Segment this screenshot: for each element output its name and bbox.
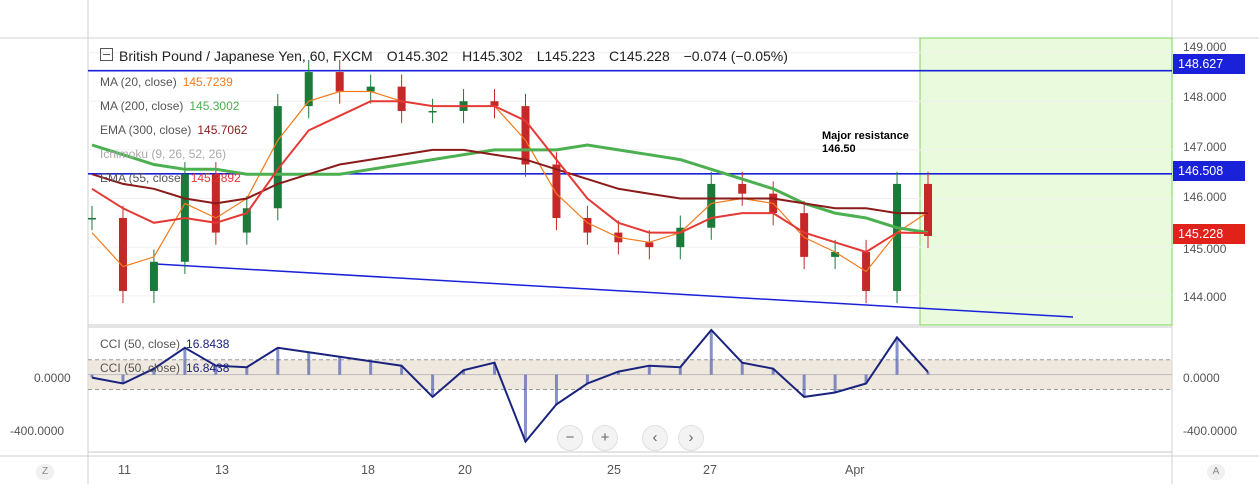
candle-body	[645, 242, 654, 248]
candle-body	[924, 183, 932, 236]
date-tick: Apr	[845, 463, 865, 477]
scroll-right-button[interactable]: ›	[678, 425, 704, 451]
price-tick: 144.000	[1183, 290, 1227, 304]
symbol-title: British Pound / Japanese Yen, 60, FXCM	[119, 48, 373, 64]
indicator-value: 16.8438	[186, 361, 230, 375]
candle-body	[428, 110, 437, 113]
chart-legend-header: British Pound / Japanese Yen, 60, FXCM O…	[100, 48, 798, 64]
indicator-value: 145.3002	[189, 99, 240, 113]
candle-body	[149, 261, 158, 291]
scroll-left-button[interactable]: ‹	[642, 425, 668, 451]
indicator-label: CCI (50, close)	[100, 337, 181, 351]
date-tick: 13	[215, 463, 229, 477]
date-tick: 20	[458, 463, 472, 477]
candle-body	[521, 106, 530, 165]
open-value: O145.302	[386, 48, 449, 64]
timezone-button[interactable]: Z	[36, 464, 54, 480]
indicator-ema300[interactable]: EMA (300, close) 145.7062	[100, 123, 247, 137]
candle-body	[397, 86, 406, 111]
auto-scale-button[interactable]: A	[1207, 464, 1225, 480]
date-tick: 27	[703, 463, 717, 477]
trading-chart[interactable]: British Pound / Japanese Yen, 60, FXCM O…	[0, 0, 1259, 484]
high-value: H145.302	[462, 48, 523, 64]
close-value: C145.228	[609, 48, 670, 64]
change-value: −0.074 (−0.05%)	[683, 48, 788, 64]
date-tick: 18	[361, 463, 375, 477]
ohlc-readout: O145.302 H145.302 L145.223 C145.228 −0.0…	[387, 48, 798, 64]
chart-canvas[interactable]	[0, 0, 1259, 484]
last-price-tag: 145.228	[1173, 224, 1245, 244]
cci-tick-left: 0.0000	[34, 371, 71, 385]
indicator-label: EMA (300, close)	[100, 123, 192, 137]
indicator-ma200[interactable]: MA (200, close) 145.3002	[100, 99, 239, 113]
resistance-annotation: Major resistance 146.50	[822, 130, 909, 156]
cci-tick-right: 0.0000	[1183, 371, 1220, 385]
upper-level-tag: 148.627	[1173, 54, 1245, 74]
indicator-label: Ichimoku (9, 26, 52, 26)	[100, 147, 227, 161]
indicator-label: EMA (55, close)	[100, 171, 185, 185]
indicator-cci-2[interactable]: CCI (50, close) 16.8438	[100, 361, 229, 375]
date-tick: 11	[118, 463, 131, 477]
candle-body	[335, 72, 344, 92]
indicator-value: 145.2892	[190, 171, 241, 185]
candle-body	[893, 183, 902, 291]
indicator-label: CCI (50, close)	[100, 361, 181, 375]
collapse-icon[interactable]	[100, 48, 113, 61]
candle-body	[273, 106, 282, 209]
indicator-cci-1[interactable]: CCI (50, close) 16.8438	[100, 337, 229, 351]
indicator-value: 145.7062	[197, 123, 248, 137]
zoom-out-button[interactable]: −	[557, 425, 583, 451]
indicator-value: 145.7239	[182, 75, 233, 89]
indicator-label: MA (200, close)	[100, 99, 184, 113]
price-tick: 145.000	[1183, 242, 1227, 256]
price-tick: 147.000	[1183, 140, 1227, 154]
indicator-label: MA (20, close)	[100, 75, 177, 89]
candle-body	[118, 217, 127, 291]
candle-body	[366, 86, 375, 92]
forecast-zone	[919, 37, 1173, 326]
resistance-level-tag: 146.508	[1173, 161, 1245, 181]
candle-body	[738, 183, 747, 194]
indicator-ma20[interactable]: MA (20, close) 145.7239	[100, 75, 233, 89]
annotation-line-1: Major resistance	[822, 130, 909, 142]
price-tick: 148.000	[1183, 90, 1227, 104]
candle-body	[552, 164, 561, 218]
indicator-ichimoku[interactable]: Ichimoku (9, 26, 52, 26)	[100, 147, 226, 161]
indicator-ema55[interactable]: EMA (55, close) 145.2892	[100, 171, 241, 185]
price-tick: 149.000	[1183, 40, 1227, 54]
annotation-line-2: 146.50	[822, 143, 856, 155]
zoom-in-button[interactable]: +	[592, 425, 618, 451]
indicator-value: 16.8438	[186, 337, 230, 351]
low-value: L145.223	[536, 48, 596, 64]
cci-tick-left: -400.0000	[10, 424, 65, 438]
cci-tick-right: -400.0000	[1183, 424, 1238, 438]
price-tick: 146.000	[1183, 190, 1227, 204]
date-tick: 25	[607, 463, 621, 477]
candle-body	[88, 217, 96, 220]
